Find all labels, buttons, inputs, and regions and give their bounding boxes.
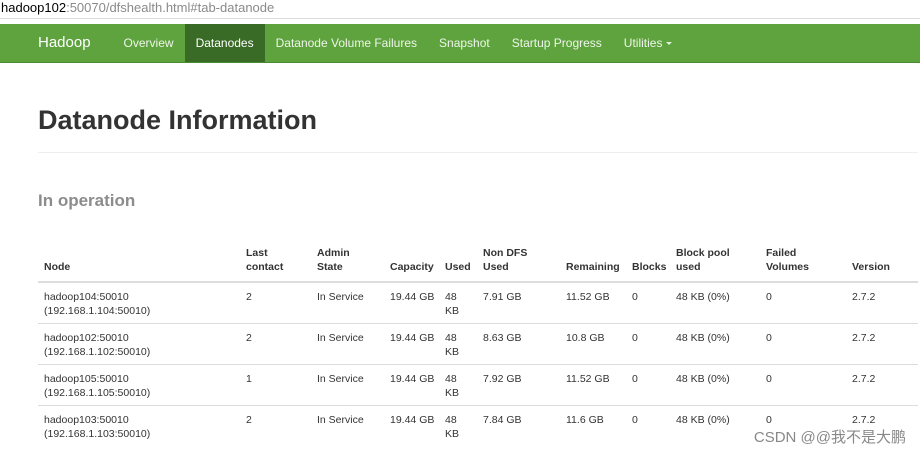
cell-admin-state: In Service [311, 405, 384, 446]
cell-failed-volumes: 0 [760, 281, 846, 324]
col-header-used: Used [439, 244, 477, 283]
url-host: hadoop102 [1, 0, 67, 15]
cell-block-pool-used: 48 KB (0%) [670, 364, 760, 406]
cell-block-pool-used: 48 KB (0%) [670, 281, 760, 324]
cell-admin-state: In Service [311, 364, 384, 406]
brand-link[interactable]: Hadoop [0, 24, 113, 62]
cell-node: hadoop104:50010 (192.168.1.104:50010) [38, 281, 240, 324]
watermark-text: CSDN @@我不是大鹏 [753, 429, 906, 446]
cell-version: 2.7.2 [846, 323, 918, 365]
col-header-capacity: Capacity [384, 244, 439, 283]
col-header-last-contact: Last contact [240, 244, 311, 283]
cell-remaining: 11.52 GB [560, 281, 626, 324]
cell-capacity: 19.44 GB [384, 281, 439, 324]
col-header-version: Version [846, 244, 918, 283]
cell-used: 48 KB [439, 323, 477, 365]
node-ip: (192.168.1.102:50010) [44, 346, 151, 358]
cell-blocks: 0 [626, 281, 670, 324]
cell-non-dfs-used: 8.63 GB [477, 323, 560, 365]
cell-last-contact: 1 [240, 364, 311, 406]
cell-used: 48 KB [439, 405, 477, 446]
cell-capacity: 19.44 GB [384, 323, 439, 365]
page-title: Datanode Information [38, 105, 318, 135]
cell-version: 2.7.2 [846, 281, 918, 324]
cell-version: 2.7.2 [846, 364, 918, 406]
cell-block-pool-used: 48 KB (0%) [670, 405, 760, 446]
table-row: hadoop102:50010 (192.168.1.102:50010) 2 I… [38, 323, 918, 365]
col-header-node: Node [38, 244, 240, 283]
node-ip: (192.168.1.105:50010) [44, 387, 151, 399]
cell-non-dfs-used: 7.91 GB [477, 281, 560, 324]
cell-failed-volumes: 0 [760, 323, 846, 365]
nav-startup-progress[interactable]: Startup Progress [501, 24, 613, 62]
nav-utilities-label: Utilities [623, 36, 663, 50]
cell-non-dfs-used: 7.84 GB [477, 405, 560, 446]
cell-block-pool-used: 48 KB (0%) [670, 323, 760, 365]
node-name: hadoop104:50010 [44, 291, 129, 303]
cell-non-dfs-used: 7.92 GB [477, 364, 560, 406]
cell-node: hadoop102:50010 (192.168.1.102:50010) [38, 323, 240, 365]
cell-capacity: 19.44 GB [384, 405, 439, 446]
col-header-block-pool-used: Block pool used [670, 244, 760, 283]
cell-used: 48 KB [439, 364, 477, 406]
cell-blocks: 0 [626, 405, 670, 446]
title-divider [38, 152, 918, 153]
cell-last-contact: 2 [240, 323, 311, 365]
table-row: hadoop104:50010 (192.168.1.104:50010) 2 I… [38, 281, 918, 324]
cell-node: hadoop105:50010 (192.168.1.105:50010) [38, 364, 240, 406]
node-name: hadoop103:50010 [44, 414, 129, 426]
caret-down-icon [666, 42, 673, 46]
nav-utilities-dropdown[interactable]: Utilities [613, 24, 684, 62]
col-header-admin-state: Admin State [311, 244, 384, 283]
nav-snapshot[interactable]: Snapshot [428, 24, 501, 62]
top-navbar: Hadoop Overview Datanodes Datanode Volum… [0, 24, 920, 63]
col-header-remaining: Remaining [560, 244, 626, 283]
table-header-row: Node Last contact Admin State Capacity U… [38, 244, 918, 283]
cell-remaining: 10.8 GB [560, 323, 626, 365]
col-header-non-dfs-used: Non DFS Used [477, 244, 560, 283]
node-name: hadoop105:50010 [44, 373, 129, 385]
address-bar[interactable]: hadoop102:50070/dfshealth.html#tab-datan… [0, 0, 920, 19]
cell-capacity: 19.44 GB [384, 364, 439, 406]
col-header-blocks: Blocks [626, 244, 670, 283]
nav-overview[interactable]: Overview [113, 24, 185, 62]
section-title-in-operation: In operation [38, 191, 136, 210]
col-header-failed-volumes: Failed Volumes [760, 244, 846, 283]
table-row: hadoop105:50010 (192.168.1.105:50010) 1 I… [38, 364, 918, 406]
nav-datanodes[interactable]: Datanodes [184, 24, 265, 62]
datanode-table: Node Last contact Admin State Capacity U… [38, 244, 918, 446]
cell-node: hadoop103:50010 (192.168.1.103:50010) [38, 405, 240, 446]
cell-remaining: 11.6 GB [560, 405, 626, 446]
cell-blocks: 0 [626, 323, 670, 365]
cell-remaining: 11.52 GB [560, 364, 626, 406]
cell-used: 48 KB [439, 281, 477, 324]
node-ip: (192.168.1.104:50010) [44, 305, 151, 317]
cell-last-contact: 2 [240, 405, 311, 446]
cell-failed-volumes: 0 [760, 364, 846, 406]
cell-admin-state: In Service [311, 323, 384, 365]
cell-last-contact: 2 [240, 281, 311, 324]
nav-datanode-volume-failures[interactable]: Datanode Volume Failures [265, 24, 428, 62]
cell-blocks: 0 [626, 364, 670, 406]
cell-admin-state: In Service [311, 281, 384, 324]
url-path: :50070/dfshealth.html#tab-datanode [66, 0, 275, 15]
node-name: hadoop102:50010 [44, 332, 129, 344]
node-ip: (192.168.1.103:50010) [44, 428, 151, 440]
